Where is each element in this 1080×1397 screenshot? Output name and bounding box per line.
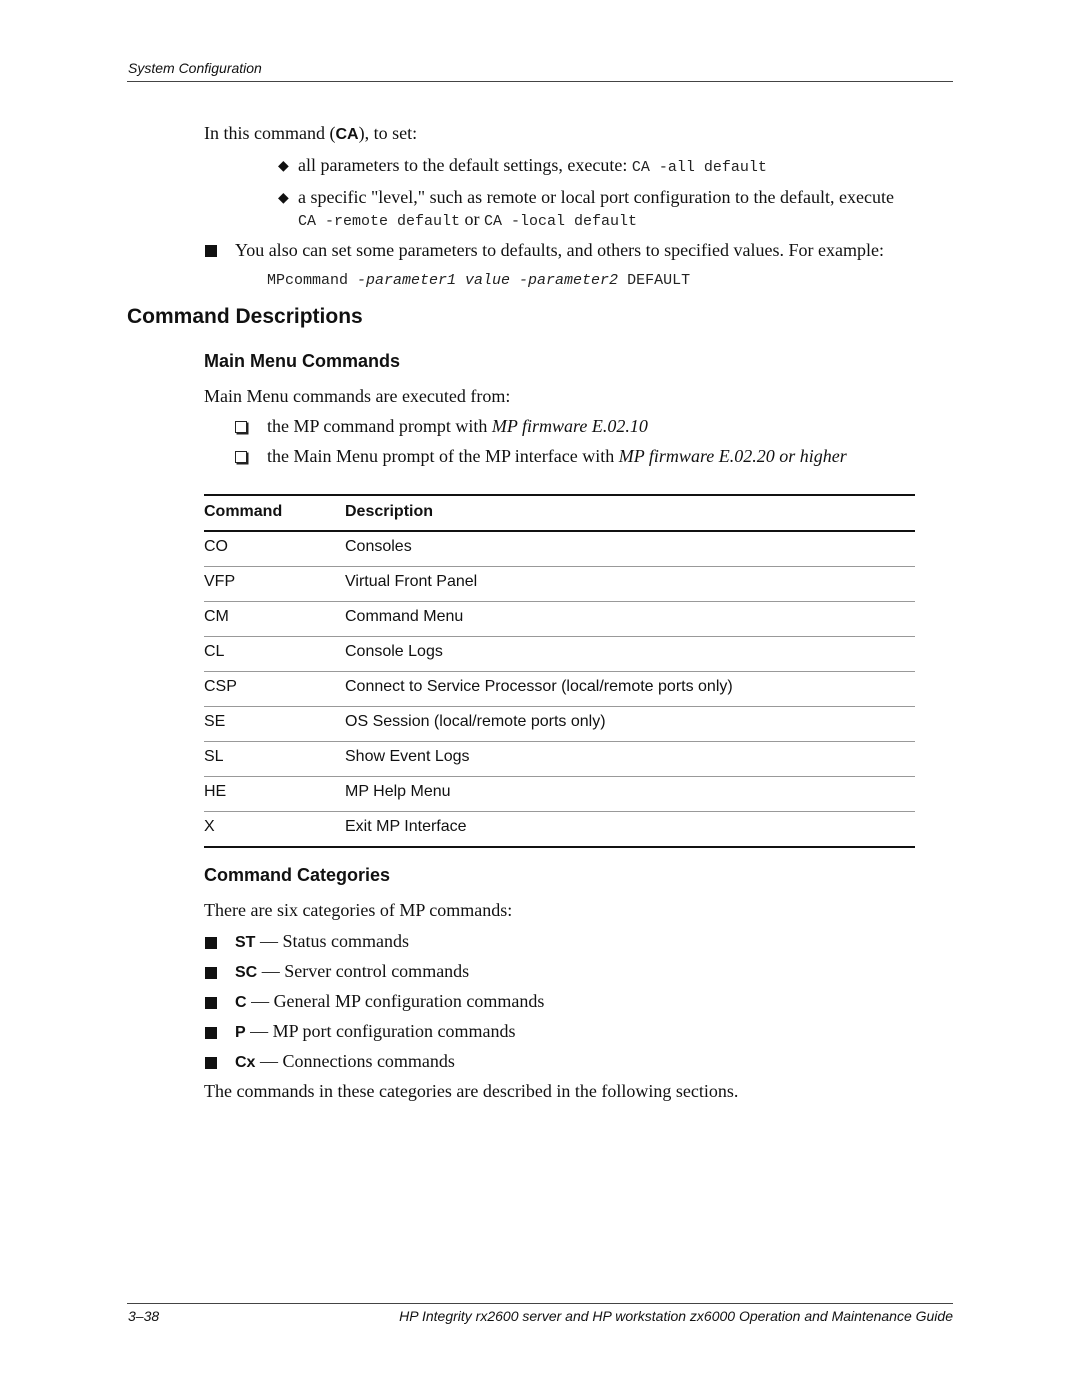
cell-command: SE	[204, 713, 226, 730]
footer-title: HP Integrity rx2600 server and HP workst…	[399, 1308, 953, 1324]
table-row: CL Console Logs	[204, 637, 915, 672]
cell-command: CM	[204, 608, 229, 625]
code-ca-remote-default: CA -remote default	[298, 213, 461, 230]
categories-closing: The commands in these categories are des…	[204, 1081, 739, 1101]
bullet-specific-level-code: CA -remote default or CA -local default	[298, 209, 637, 230]
intro-lead-cmd: CA	[335, 126, 359, 143]
cell-description: Connect to Service Processor (local/remo…	[345, 678, 733, 695]
diamond-bullet-icon: ◆	[278, 159, 289, 174]
main-menu-item: the MP command prompt with MP firmware E…	[267, 416, 648, 437]
checkbox-bullet-icon	[235, 421, 247, 433]
intro-lead-pre: In this command (	[204, 123, 336, 143]
cell-description: Virtual Front Panel	[345, 573, 478, 590]
example-params: -parameter1 value -parameter2	[357, 272, 619, 289]
categories-title: Command Categories	[204, 865, 391, 885]
cell-command: X	[204, 818, 215, 835]
diamond-bullet-icon: ◆	[278, 191, 289, 206]
cell-command: VFP	[204, 573, 236, 590]
or-text: or	[464, 209, 480, 229]
table-row: SL Show Event Logs	[204, 742, 915, 777]
square-bullet-icon	[205, 1027, 217, 1039]
cell-command: CSP	[204, 678, 237, 695]
item-firmware: MP firmware E.02.20 or higher	[618, 446, 847, 466]
table-header: Command Description	[204, 496, 915, 532]
example-cmd: MPcommand	[267, 272, 358, 289]
table-row: CO Consoles	[204, 532, 915, 567]
square-bullet-icon	[205, 937, 217, 949]
also-text: You also can set some parameters to defa…	[235, 240, 885, 260]
cell-description: Command Menu	[345, 608, 464, 625]
footer-rule	[127, 1303, 953, 1304]
category-item: Cx — Connections commands	[235, 1051, 455, 1072]
square-bullet-icon	[205, 245, 217, 257]
category-text: — Connections commands	[255, 1051, 455, 1071]
item-firmware: MP firmware E.02.10	[491, 416, 648, 436]
category-item: SC — Server control commands	[235, 961, 469, 982]
command-table: Command Description CO Consoles VFP Virtua…	[204, 494, 915, 848]
bullet-text: all parameters to the default settings, …	[298, 155, 632, 175]
category-code: ST	[235, 934, 256, 951]
item-text: the Main Menu prompt of the MP interface…	[267, 446, 619, 466]
main-menu-lead: Main Menu commands are executed from:	[204, 386, 511, 406]
table-row: HE MP Help Menu	[204, 777, 915, 812]
square-bullet-icon	[205, 997, 217, 1009]
page-number: 3–38	[128, 1308, 160, 1324]
square-bullet-icon	[205, 1057, 217, 1069]
cell-command: HE	[204, 783, 227, 800]
header-description: Description	[345, 503, 434, 520]
bullet-specific-level: a specific "level," such as remote or lo…	[298, 187, 894, 207]
category-item: P — MP port configuration commands	[235, 1021, 515, 1042]
example-tail: DEFAULT	[618, 272, 691, 289]
square-bullet-icon	[205, 967, 217, 979]
category-code: SC	[235, 964, 258, 981]
intro-lead: In this command (CA), to set:	[204, 123, 417, 144]
category-code: P	[235, 1024, 246, 1041]
checkbox-bullet-icon	[235, 451, 247, 463]
cell-description: OS Session (local/remote ports only)	[345, 713, 606, 730]
cell-command: SL	[204, 748, 224, 765]
cell-description: Consoles	[345, 538, 412, 555]
cell-command: CL	[204, 643, 225, 660]
category-text: — MP port configuration commands	[245, 1021, 516, 1041]
header-command: Command	[204, 503, 283, 520]
category-item: ST — Status commands	[235, 931, 409, 952]
cell-description: Exit MP Interface	[345, 818, 467, 835]
cell-command: CO	[204, 538, 228, 555]
category-text: — Status commands	[255, 931, 409, 951]
cell-description: Show Event Logs	[345, 748, 470, 765]
code-ca-local-default: CA -local default	[484, 213, 638, 230]
code-ca-all-default: CA -all default	[631, 159, 767, 176]
category-text: — Server control commands	[257, 961, 470, 981]
item-text: the MP command prompt with	[267, 416, 492, 436]
table-row: CSP Connect to Service Processor (local/r…	[204, 672, 915, 707]
category-code: Cx	[235, 1054, 256, 1071]
cell-description: Console Logs	[345, 643, 443, 660]
example-command: MPcommand -parameter1 value -parameter2 …	[267, 272, 690, 289]
intro-lead-post: ), to set:	[358, 123, 418, 143]
running-head: System Configuration	[128, 60, 262, 76]
category-code: C	[235, 994, 247, 1011]
table-row: SE OS Session (local/remote ports only)	[204, 707, 915, 742]
main-menu-item: the Main Menu prompt of the MP interface…	[267, 446, 847, 467]
cell-description: MP Help Menu	[345, 783, 451, 800]
category-text: — General MP configuration commands	[246, 991, 545, 1011]
table-row: CM Command Menu	[204, 602, 915, 637]
bullet-all-defaults: all parameters to the default settings, …	[298, 155, 767, 176]
header-rule	[127, 81, 953, 82]
table-row: X Exit MP Interface	[204, 812, 915, 848]
main-menu-title: Main Menu Commands	[204, 351, 401, 371]
categories-lead: There are six categories of MP commands:	[204, 900, 513, 920]
category-item: C — General MP configuration commands	[235, 991, 544, 1012]
table-row: VFP Virtual Front Panel	[204, 567, 915, 602]
section-title: Command Descriptions	[127, 305, 363, 328]
